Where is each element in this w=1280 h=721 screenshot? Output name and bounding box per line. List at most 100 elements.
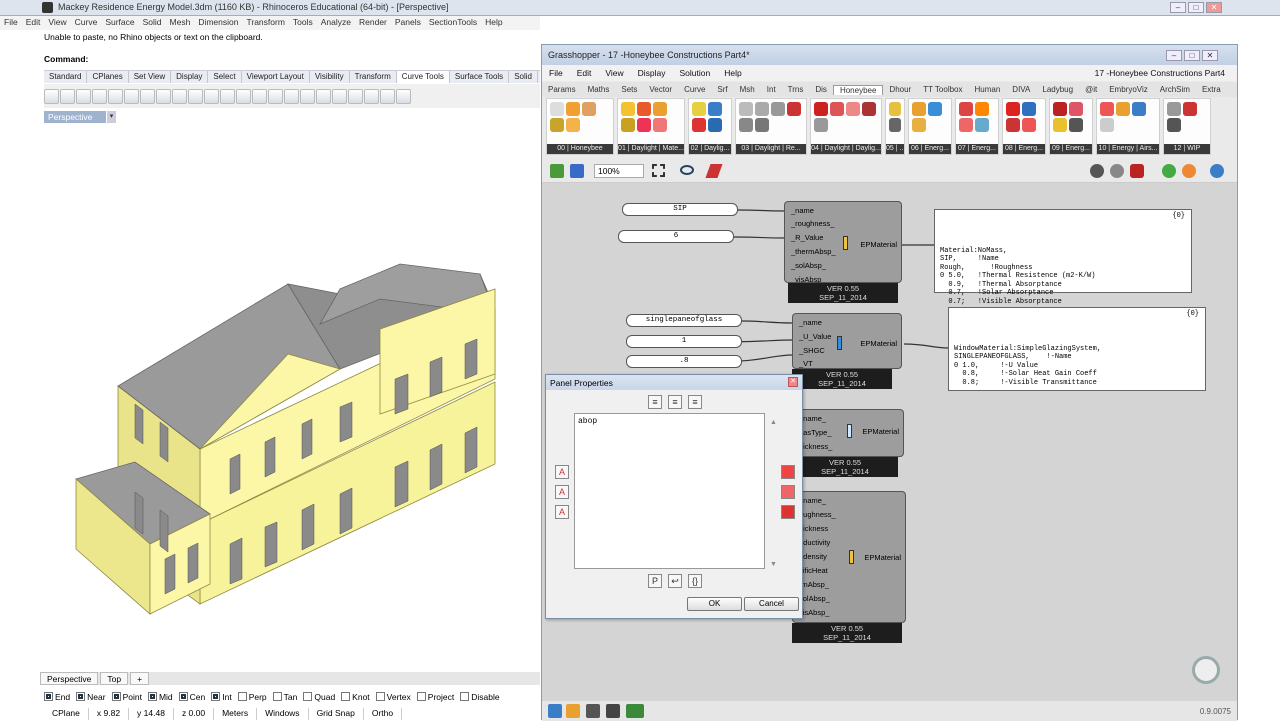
color-preview-icon[interactable]	[1182, 164, 1196, 178]
orange-box-icon[interactable]	[637, 102, 651, 116]
menu-mesh[interactable]: Mesh	[166, 16, 195, 30]
scroll-up-icon[interactable]: ▲	[770, 419, 777, 426]
menu-file[interactable]: File	[0, 16, 22, 30]
cross-icon[interactable]	[1006, 118, 1020, 132]
chevron-down-icon[interactable]: ▾	[107, 111, 116, 123]
menu-view[interactable]: View	[44, 16, 70, 30]
vsc-icon[interactable]	[755, 118, 769, 132]
menu-sectiontools[interactable]: SectionTools	[425, 16, 481, 30]
output-ep-material[interactable]: EPMaterial	[864, 553, 901, 562]
scroll-down-icon[interactable]: ▼	[770, 561, 777, 568]
hatch-icon[interactable]	[550, 118, 564, 132]
gh-tab-ladybug[interactable]: Ladybug	[1036, 85, 1079, 94]
osnap-cen[interactable]: Cen	[179, 692, 206, 705]
gh-menu-view[interactable]: View	[598, 68, 630, 78]
chamfer-icon[interactable]	[60, 88, 75, 104]
gh-tab-srf[interactable]: Srf	[711, 85, 733, 94]
port-thickness[interactable]: hickness_	[799, 442, 832, 451]
wip-run-icon[interactable]	[1183, 102, 1197, 116]
honeybee-icon[interactable]	[566, 102, 580, 116]
gh-menu-file[interactable]: File	[542, 68, 570, 78]
osnap-end[interactable]: End	[44, 692, 70, 705]
osnap-project[interactable]: Project	[417, 692, 454, 705]
insert-knot-icon[interactable]	[332, 88, 347, 104]
port-therm-absp[interactable]: rmAbsp_	[799, 580, 829, 589]
port-specific-heat[interactable]: cificHeat	[799, 566, 828, 575]
menu-help[interactable]: Help	[481, 16, 506, 30]
output-ep-material[interactable]: EPMaterial	[860, 339, 897, 348]
port-roughness[interactable]: oughness_	[799, 510, 836, 519]
port-vis-absp[interactable]: visAbsp_	[799, 608, 829, 617]
input-name-sip[interactable]: SIP	[622, 203, 738, 216]
status-cplane[interactable]: CPlane	[44, 708, 89, 720]
tab-cplanes[interactable]: CPlanes	[87, 71, 129, 83]
curve-boolean-icon[interactable]	[284, 88, 299, 104]
border-color-icon[interactable]	[781, 485, 795, 499]
img-wip-icon[interactable]	[1167, 102, 1181, 116]
output-panel-glazing[interactable]: {0} WindowMaterial:SimpleGlazingSystem, …	[948, 307, 1206, 391]
solution-progress-icon[interactable]	[1192, 656, 1220, 684]
hvac-icon[interactable]	[959, 118, 973, 132]
font-size-icon[interactable]: A	[555, 485, 569, 499]
preview-eye-icon[interactable]	[680, 165, 694, 175]
sensor-icon[interactable]	[621, 102, 635, 116]
port-r-value[interactable]: _R_Value	[791, 233, 823, 242]
open-file-icon[interactable]	[550, 164, 564, 178]
align-right-icon[interactable]: ≡	[688, 395, 702, 409]
osnap-tan[interactable]: Tan	[273, 692, 298, 705]
port-density[interactable]: _density	[799, 552, 827, 561]
blue-bar-icon[interactable]	[928, 102, 942, 116]
dialog-close-button[interactable]: ✕	[788, 377, 798, 387]
epwindowgasmaterial-component[interactable]: _name_ gasType_ hickness_ EPMaterial	[792, 409, 904, 457]
convert-icon[interactable]	[268, 88, 283, 104]
gh-tab-maths[interactable]: Maths	[582, 85, 616, 94]
gh-tab-extra[interactable]: Extra	[1196, 85, 1227, 94]
zoom-extents-icon[interactable]	[652, 164, 665, 177]
port-vt[interactable]: _VT	[799, 359, 813, 368]
connect-icon[interactable]	[92, 88, 107, 104]
img-icon[interactable]	[771, 102, 785, 116]
input-u-value[interactable]: 1	[626, 335, 742, 348]
output-ep-material[interactable]: EPMaterial	[860, 240, 897, 249]
port-name[interactable]: _name_	[799, 414, 826, 423]
align-left-icon[interactable]: ≡	[648, 395, 662, 409]
close-button[interactable]: ✕	[1206, 2, 1222, 13]
python-editor-icon[interactable]	[548, 704, 562, 718]
menu-dimension[interactable]: Dimension	[194, 16, 242, 30]
df-icon[interactable]	[787, 102, 801, 116]
wrap-icon[interactable]: ↩	[668, 574, 682, 588]
lock-icon[interactable]	[586, 704, 600, 718]
globe-icon[interactable]	[708, 118, 722, 132]
osnap-knot[interactable]: Knot	[341, 692, 370, 705]
data-icon[interactable]: {}	[688, 574, 702, 588]
match-curve-icon[interactable]	[108, 88, 123, 104]
run-icon[interactable]	[692, 118, 706, 132]
gh-menu-solution[interactable]: Solution	[673, 68, 718, 78]
numbers-icon[interactable]	[814, 118, 828, 132]
crv-start-icon[interactable]	[316, 88, 331, 104]
port-roughness[interactable]: _roughness_	[791, 219, 834, 228]
folder-icon[interactable]	[1069, 118, 1083, 132]
cancel-button[interactable]: Cancel	[744, 597, 799, 611]
script-icon[interactable]	[1100, 118, 1114, 132]
close-curve-icon[interactable]	[220, 88, 235, 104]
setpoint-icon[interactable]	[1022, 118, 1036, 132]
tab-viewport-layout[interactable]: Viewport Layout	[242, 71, 310, 83]
osnap-quad[interactable]: Quad	[303, 692, 335, 705]
symmetry-icon[interactable]	[300, 88, 315, 104]
tab-surface-tools[interactable]: Surface Tools	[450, 71, 510, 83]
schedule-icon[interactable]	[912, 118, 926, 132]
epopaquematerial-component[interactable]: _name_ oughness_ hickness nductivity _de…	[792, 491, 906, 623]
offset-curve-icon[interactable]	[140, 88, 155, 104]
input-name-glass[interactable]: singlepaneofglass	[626, 314, 742, 327]
osnap-vertex[interactable]: Vertex	[376, 692, 411, 705]
wire-preview-icon[interactable]	[1162, 164, 1176, 178]
gh-maximize-button[interactable]: □	[1184, 50, 1200, 61]
sunlight-icon[interactable]	[814, 102, 828, 116]
gh-tab-dis[interactable]: Dis	[809, 85, 833, 94]
panel-text-area[interactable]: abop	[574, 413, 765, 569]
cluster-icon[interactable]	[626, 704, 644, 718]
more-tools-icon[interactable]	[396, 88, 411, 104]
gh-tab-vector[interactable]: Vector	[643, 85, 678, 94]
extend-curve-icon[interactable]	[156, 88, 171, 104]
